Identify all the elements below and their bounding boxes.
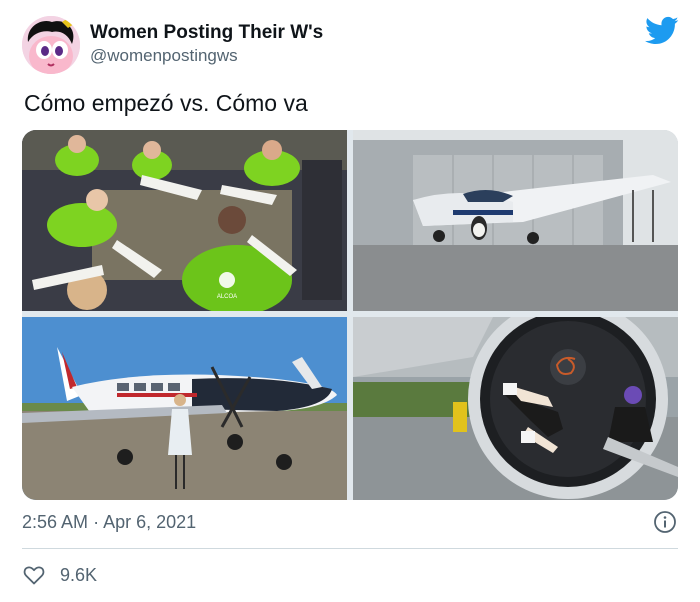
- photo-jet-engine[interactable]: [353, 317, 678, 500]
- tweet-time[interactable]: 2:56 AM: [22, 512, 88, 532]
- like-count: 9.6K: [60, 564, 98, 585]
- tweet-text: Cómo empezó vs. Cómo va: [24, 90, 308, 116]
- author-name[interactable]: Women Posting Their W's: [90, 22, 323, 44]
- twitter-bird-icon[interactable]: [645, 16, 679, 46]
- shirt-logo-text: ALCOA: [217, 294, 237, 300]
- author-handle[interactable]: @womenpostingws: [90, 46, 238, 66]
- media-grid: ALCOA: [22, 130, 678, 500]
- photo-twin-engine-plane[interactable]: [22, 317, 347, 500]
- heart-icon[interactable]: [22, 563, 46, 587]
- info-icon[interactable]: [653, 510, 677, 534]
- avatar[interactable]: [22, 16, 80, 74]
- powerpuff-avatar-icon: [22, 16, 80, 74]
- timestamp-separator: ·: [93, 512, 100, 532]
- photo-workshop[interactable]: ALCOA: [22, 130, 347, 311]
- tweet-date[interactable]: Apr 6, 2021: [103, 512, 196, 532]
- photo-hangar-plane[interactable]: [353, 130, 678, 311]
- like-button[interactable]: 9.6K: [22, 563, 97, 587]
- tweet-timestamp[interactable]: 2:56 AM · Apr 6, 2021: [22, 512, 196, 533]
- divider: [22, 548, 678, 549]
